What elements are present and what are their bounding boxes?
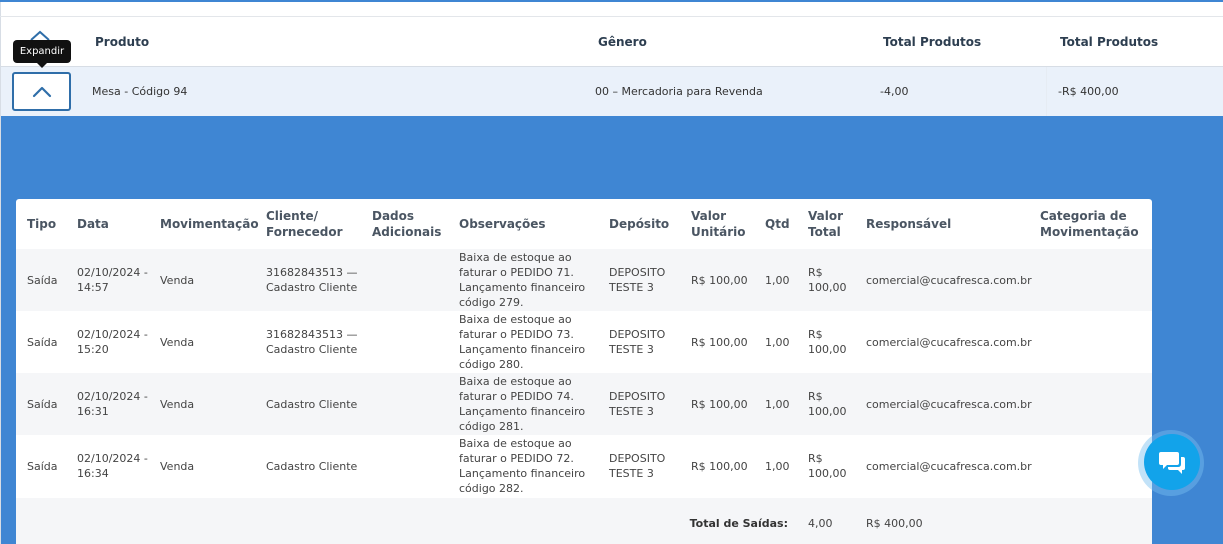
column-header-deposito[interactable]: Depósito <box>609 199 684 249</box>
cell-tipo: Saída <box>27 335 58 349</box>
cell-valor-unitario: R$ 100,00 <box>691 273 748 287</box>
chat-button[interactable] <box>1144 434 1200 490</box>
cell-dados <box>372 373 454 435</box>
cell-valor-total: R$ 100,00 <box>808 266 847 294</box>
chevron-up-icon <box>32 86 51 97</box>
cell-movimentacao: Venda <box>160 397 195 411</box>
cell-data: 02/10/2024 - 16:31 <box>77 390 148 418</box>
cell-tipo: Saída <box>27 273 58 287</box>
column-header-qtd[interactable]: Qtd <box>765 199 805 249</box>
cell-dados <box>372 435 454 497</box>
chat-icon <box>1159 452 1185 474</box>
table-row[interactable]: Saída 02/10/2024 - 16:31 Venda Cadastro … <box>16 373 1152 435</box>
total-saidas-qtd: 4,00 <box>808 516 833 530</box>
cell-valor-total: R$ 100,00 <box>808 452 847 480</box>
cell-cliente: 31682843513 — Cadastro Cliente <box>266 266 358 294</box>
cell-cliente: Cadastro Cliente <box>266 459 358 473</box>
table-row[interactable]: Saída 02/10/2024 - 15:20 Venda 316828435… <box>16 311 1152 373</box>
table-row[interactable]: Saída 02/10/2024 - 14:57 Venda 316828435… <box>16 249 1152 311</box>
cell-observacoes: Baixa de estoque ao faturar o PEDIDO 71.… <box>459 251 586 309</box>
cell-categoria <box>1040 435 1148 497</box>
cell-valor-total: R$ 100,00 <box>808 390 847 418</box>
cell-valor-unitario: R$ 100,00 <box>691 335 748 349</box>
column-header-produto[interactable]: Produto <box>95 17 149 67</box>
column-header-total-produtos-qtd[interactable]: Total Produtos <box>883 17 981 67</box>
product-genero: 00 – Mercadoria para Revenda <box>595 85 763 98</box>
cell-dados <box>372 249 454 311</box>
cell-observacoes: Baixa de estoque ao faturar o PEDIDO 74.… <box>459 375 586 433</box>
total-saidas-valor: R$ 400,00 <box>866 516 923 530</box>
cell-tipo: Saída <box>27 397 58 411</box>
cell-categoria <box>1040 249 1148 311</box>
cell-categoria <box>1040 373 1148 435</box>
column-header-dados-adicionais[interactable]: Dados Adicionais <box>372 199 454 249</box>
column-header-data[interactable]: Data <box>77 199 155 249</box>
cell-movimentacao: Venda <box>160 273 195 287</box>
cell-deposito: DEPOSITO TESTE 3 <box>609 266 666 294</box>
cell-qtd: 1,00 <box>765 459 790 473</box>
cell-data: 02/10/2024 - 15:20 <box>77 328 148 356</box>
product-total-qtd: -4,00 <box>880 85 909 98</box>
totals-row: Total de Saídas: 4,00 R$ 400,00 <box>16 498 1152 544</box>
cell-responsavel: comercial@cucafresca.com.br <box>866 273 1032 287</box>
cell-qtd: 1,00 <box>765 397 790 411</box>
cell-valor-total: R$ 100,00 <box>808 328 847 356</box>
movements-table: Tipo Data Movimentação Cliente/ Forneced… <box>16 199 1152 544</box>
column-header-movimentacao[interactable]: Movimentação <box>160 199 260 249</box>
cell-valor-unitario: R$ 100,00 <box>691 397 748 411</box>
cell-qtd: 1,00 <box>765 335 790 349</box>
cell-valor-unitario: R$ 100,00 <box>691 459 748 473</box>
cell-cliente: Cadastro Cliente <box>266 397 358 411</box>
table-row[interactable]: Saída 02/10/2024 - 16:34 Venda Cadastro … <box>16 435 1152 497</box>
column-header-observacoes[interactable]: Observações <box>459 199 604 249</box>
cell-data: 02/10/2024 - 14:57 <box>77 266 148 294</box>
cell-categoria <box>1040 311 1148 373</box>
cell-deposito: DEPOSITO TESTE 3 <box>609 328 666 356</box>
column-header-tipo[interactable]: Tipo <box>27 199 72 249</box>
cell-deposito: DEPOSITO TESTE 3 <box>609 452 666 480</box>
cell-movimentacao: Venda <box>160 335 195 349</box>
cell-observacoes: Baixa de estoque ao faturar o PEDIDO 72.… <box>459 437 586 495</box>
products-table-header: Produto Gênero Total Produtos Total Prod… <box>1 17 1223 67</box>
column-header-valor-total[interactable]: Valor Total <box>808 199 858 249</box>
cell-tipo: Saída <box>27 459 58 473</box>
cell-observacoes: Baixa de estoque ao faturar o PEDIDO 73.… <box>459 313 586 371</box>
column-header-total-produtos-valor[interactable]: Total Produtos <box>1060 17 1158 67</box>
product-row[interactable]: Mesa - Código 94 00 – Mercadoria para Re… <box>1 67 1223 116</box>
expand-button[interactable] <box>12 72 71 111</box>
cell-data: 02/10/2024 - 16:34 <box>77 452 148 480</box>
expand-tooltip: Expandir <box>13 40 71 68</box>
cell-movimentacao: Venda <box>160 459 195 473</box>
cell-responsavel: comercial@cucafresca.com.br <box>866 459 1032 473</box>
column-header-responsavel[interactable]: Responsável <box>866 199 1026 249</box>
cell-dados <box>372 311 454 373</box>
column-header-valor-unitario[interactable]: Valor Unitário <box>691 199 759 249</box>
cell-deposito: DEPOSITO TESTE 3 <box>609 390 666 418</box>
top-accent-strip <box>0 0 1223 2</box>
cell-cliente: 31682843513 — Cadastro Cliente <box>266 328 358 356</box>
cell-qtd: 1,00 <box>765 273 790 287</box>
column-header-genero[interactable]: Gênero <box>598 17 647 67</box>
product-name: Mesa - Código 94 <box>92 85 188 98</box>
cell-responsavel: comercial@cucafresca.com.br <box>866 397 1032 411</box>
column-header-cliente-fornecedor[interactable]: Cliente/ Fornecedor <box>266 199 361 249</box>
total-saidas-label: Total de Saídas: <box>689 516 788 530</box>
cell-responsavel: comercial@cucafresca.com.br <box>866 335 1032 349</box>
column-header-categoria[interactable]: Categoria de Movimentação <box>1040 199 1148 249</box>
column-divider <box>1046 67 1047 116</box>
product-total-valor: -R$ 400,00 <box>1058 85 1119 98</box>
